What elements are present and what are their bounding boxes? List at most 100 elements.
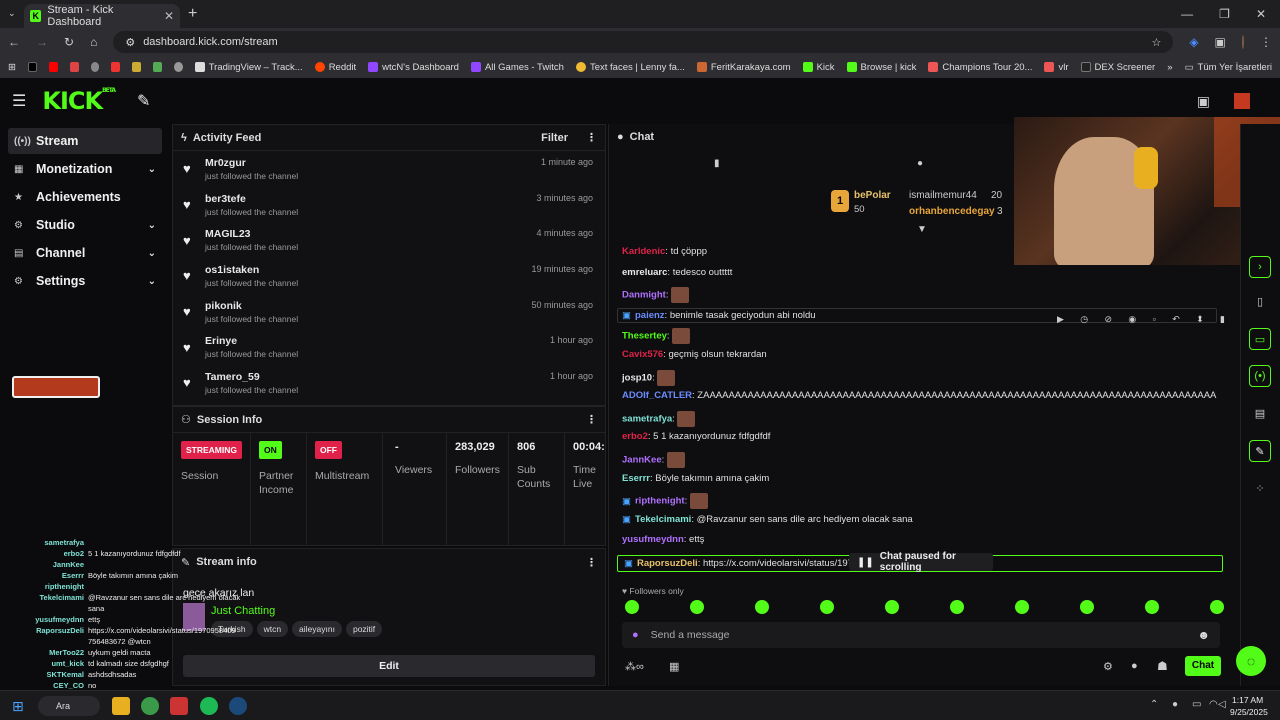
feed-item[interactable]: ♥ Tamero_59 just followed the channel 1 hou…	[173, 365, 605, 401]
chat-message[interactable]: JannKee:	[622, 452, 685, 468]
document-icon[interactable]: ▯	[1249, 290, 1271, 312]
bookmark-lenny[interactable]: Text faces | Lenny fa...	[575, 62, 685, 73]
chat-input[interactable]: ● Send a message ☻	[622, 622, 1220, 648]
chat-toggle-icon[interactable]: ▭	[1249, 328, 1271, 350]
sidebar-item-stream[interactable]: ((•)) Stream	[8, 128, 162, 154]
emote-icon[interactable]	[950, 600, 964, 614]
feed-item[interactable]: ♥ os1istaken just followed the channel 19 m…	[173, 258, 605, 294]
more-icon[interactable]: ⋮	[586, 556, 597, 569]
taskbar-search[interactable]: Ara	[38, 696, 100, 716]
x-bookmark-icon[interactable]	[27, 62, 38, 72]
chat-message[interactable]: ADOIf_CATLER: ZAAAAAAAAAAAAAAAAAAAAAAAAA…	[622, 390, 1216, 401]
volume-icon[interactable]: ◁	[1218, 699, 1226, 710]
emoji-icon[interactable]: ☻	[1197, 628, 1210, 642]
mic-icon[interactable]: ●	[632, 629, 639, 641]
url-field[interactable]: ⚙ dashboard.kick.com/stream ☆	[113, 31, 1174, 53]
chat-username[interactable]: Danmight	[622, 290, 666, 301]
site-info-icon[interactable]: ⚙	[125, 36, 135, 49]
chat-username[interactable]: Thesertey	[622, 331, 667, 342]
more-icon[interactable]: ⋮	[586, 413, 597, 426]
bookmark-star-icon[interactable]: ☆	[1151, 36, 1161, 49]
apps-icon[interactable]: ⊞	[8, 62, 16, 73]
store-icon[interactable]: ▦	[669, 660, 679, 673]
browser-tab[interactable]: K Stream - Kick Dashboard ✕	[24, 4, 180, 28]
chat-username[interactable]: Karldenic	[622, 246, 665, 257]
bookmark-kick[interactable]: Kick	[802, 62, 835, 73]
new-tab-icon[interactable]: +	[188, 5, 197, 23]
chat-username[interactable]: RaporsuzDeli	[637, 558, 698, 569]
edit-button[interactable]: Edit	[183, 655, 595, 677]
close-window-icon[interactable]: ✕	[1256, 7, 1266, 21]
more-icon[interactable]: ⋮	[586, 131, 597, 144]
emote-icon[interactable]	[820, 600, 834, 614]
broadcast-toggle-icon[interactable]: (•)	[1249, 365, 1271, 387]
chat-username[interactable]: JannKee	[622, 455, 662, 466]
delete-icon[interactable]: ▮	[1220, 314, 1225, 330]
undo-icon[interactable]: ↶	[1172, 314, 1180, 330]
chat-settings-icon[interactable]: ⚙	[1103, 660, 1113, 673]
sidebar-item-achievements[interactable]: ★ Achievements	[8, 184, 162, 210]
emote-icon[interactable]	[1145, 600, 1159, 614]
users-icon[interactable]: ⁂∞	[625, 660, 644, 673]
bookmark-icon[interactable]	[173, 62, 183, 72]
bookmark-icon[interactable]	[132, 62, 142, 72]
expand-icon[interactable]: ›	[1249, 256, 1271, 278]
dots-icon[interactable]: ⁘	[1249, 477, 1271, 499]
extension-icon[interactable]: ◈	[1189, 35, 1198, 49]
steam-icon[interactable]	[229, 697, 247, 715]
spotify-icon[interactable]	[200, 697, 218, 715]
minimize-icon[interactable]: —	[1181, 7, 1193, 21]
clock-date[interactable]: 9/25/2025	[1230, 707, 1268, 717]
bookmark-vlr[interactable]: vlr	[1044, 62, 1069, 73]
tab-close-icon[interactable]: ✕	[164, 9, 174, 23]
play-icon[interactable]: ▶	[1057, 314, 1064, 330]
bookmark-champions[interactable]: Champions Tour 20...	[928, 62, 1032, 73]
clock-time[interactable]: 1:17 AM	[1232, 695, 1263, 705]
chat-username[interactable]: josp10	[622, 372, 652, 383]
chat-bubble-icon[interactable]: ●	[1131, 660, 1138, 672]
bookmark-browse-kick[interactable]: Browse | kick	[846, 62, 916, 73]
forward-icon[interactable]: →	[36, 35, 48, 49]
creator-tools-icon[interactable]: ✎	[137, 91, 150, 111]
chat-message[interactable]: Karldenic: td çöppp	[622, 246, 707, 257]
chat-username[interactable]: paienz	[635, 310, 665, 321]
back-icon[interactable]: ←	[8, 35, 20, 49]
tray-chevron-icon[interactable]: ⌃	[1150, 699, 1158, 710]
help-button[interactable]: ◌	[1236, 646, 1266, 676]
chat-username[interactable]: yusufmeydnn	[622, 534, 684, 545]
chat-username[interactable]: Tekelcimami	[635, 514, 691, 525]
home-icon[interactable]: ⌂	[90, 35, 97, 49]
category-name[interactable]: Just Chatting	[211, 605, 275, 617]
bookmark-dex-screener[interactable]: DEX Screener	[1080, 62, 1155, 73]
display-tray-icon[interactable]: ▭	[1192, 699, 1201, 710]
chrome-icon[interactable]	[141, 697, 159, 715]
reload-icon[interactable]: ↻	[64, 35, 74, 49]
windows-start-icon[interactable]: ⊞	[12, 698, 24, 715]
chat-message[interactable]: Thesertey:	[622, 328, 691, 345]
chat-username[interactable]: sametrafya	[622, 413, 672, 424]
bookmark-feritkarakaya[interactable]: FeritKarakaya.com	[696, 62, 791, 73]
chat-message[interactable]: ▣ Tekelcimami: @Ravzanur sen sans dile ar…	[622, 514, 913, 525]
bookmark-icon[interactable]	[90, 62, 100, 72]
profile-avatar[interactable]	[1241, 35, 1244, 49]
chat-username[interactable]: erbo2	[622, 431, 648, 442]
chat-message[interactable]: josp10:	[622, 369, 676, 386]
all-bookmarks[interactable]: ▭ Tüm Yer İşaretleri	[1185, 62, 1272, 73]
wifi-icon[interactable]: ◠	[1209, 699, 1218, 710]
chat-message[interactable]: Danmight:	[622, 287, 690, 304]
layout-icon[interactable]: ▤	[1249, 402, 1271, 424]
hide-icon[interactable]: ⊘	[1105, 314, 1113, 330]
restore-icon[interactable]: ❐	[1219, 7, 1230, 21]
chat-message[interactable]: ▣ ripthenight:	[622, 493, 708, 510]
emote-icon[interactable]	[755, 600, 769, 614]
bookmark-reddit[interactable]: Reddit	[314, 62, 356, 73]
browser-menu-icon[interactable]: ⋮	[1260, 35, 1272, 49]
feed-item[interactable]: ♥ MAGIL23 just followed the channel 4 minut…	[173, 222, 605, 258]
youtube-bookmark-icon[interactable]	[49, 62, 58, 72]
bookmark-icon[interactable]	[111, 62, 121, 72]
sidebar-item-settings[interactable]: ⚙ Settings ⌄	[8, 268, 162, 294]
kick-logo[interactable]: KICKBETA	[42, 87, 116, 115]
bookmark-icon[interactable]	[153, 62, 162, 72]
emote-icon[interactable]	[885, 600, 899, 614]
mic-tray-icon[interactable]: ●	[1172, 699, 1178, 710]
